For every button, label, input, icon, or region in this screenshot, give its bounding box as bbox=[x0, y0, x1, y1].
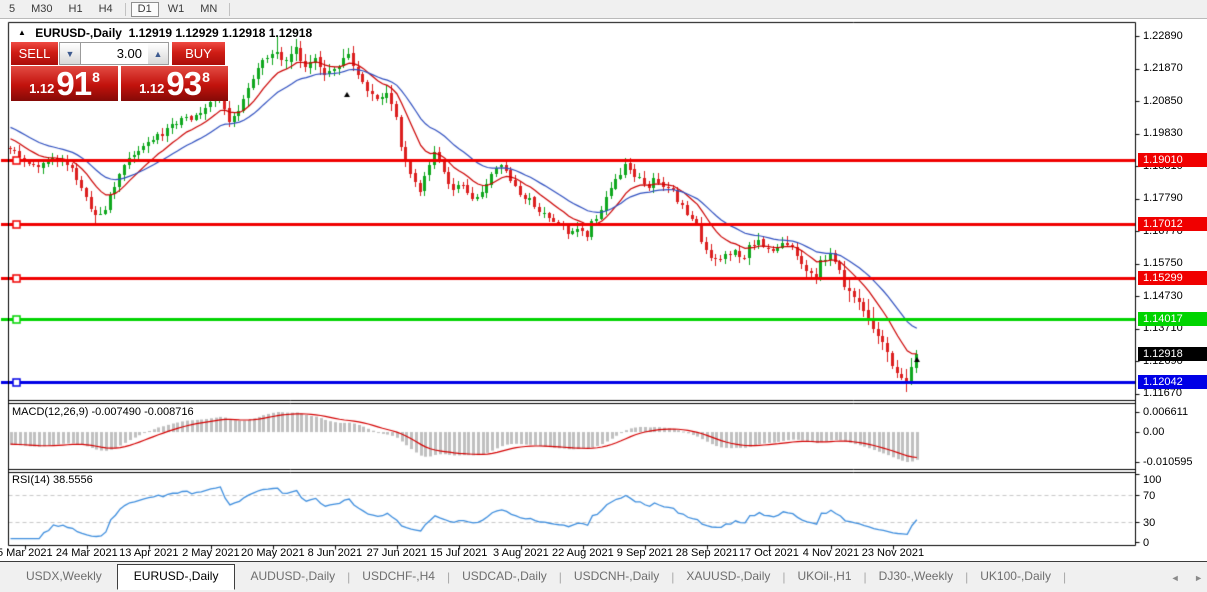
chart-quotes-label: 1.12919 1.12929 1.12918 1.12918 bbox=[129, 26, 313, 40]
price-axis-tick-label: 1.21870 bbox=[1143, 62, 1183, 74]
price-axis-tick-label: 1.19830 bbox=[1143, 127, 1183, 139]
volume-input[interactable] bbox=[81, 42, 148, 65]
rsi-axis-tick-label: 100 bbox=[1143, 474, 1161, 486]
price-line-badge: 1.14017 bbox=[1138, 312, 1207, 326]
buy-price-button[interactable]: 1.12 93 8 bbox=[121, 66, 228, 101]
chart-tab-audusd-daily[interactable]: AUDUSD-,Daily bbox=[238, 566, 347, 587]
macd-axis-max-label: 0.006611 bbox=[1143, 406, 1188, 418]
volume-decrease-button[interactable]: ▼ bbox=[59, 42, 81, 65]
chart-tab-usdx-weekly[interactable]: USDX,Weekly bbox=[14, 566, 114, 587]
chart-tab-uk100-daily[interactable]: UK100-,Daily bbox=[968, 566, 1063, 587]
price-axis-tick-label: 1.22890 bbox=[1143, 30, 1183, 42]
buy-price-sup: 8 bbox=[202, 69, 210, 85]
sell-price-sup: 8 bbox=[92, 69, 100, 85]
rsi-label: RSI(14) 38.5556 bbox=[12, 474, 93, 486]
date-axis-label: 5 Mar 2021 bbox=[0, 547, 53, 559]
date-axis-label: 9 Sep 2021 bbox=[617, 547, 673, 559]
tab-scroll-left-icon[interactable]: ◄ bbox=[1171, 573, 1180, 583]
sell-price-big: 91 bbox=[56, 67, 91, 100]
chart-tab-xauusd-daily[interactable]: XAUUSD-,Daily bbox=[674, 566, 782, 587]
buy-price-big: 93 bbox=[166, 67, 201, 100]
sell-price-button[interactable]: 1.12 91 8 bbox=[11, 66, 118, 101]
chart-tab-ukoil-h1[interactable]: UKOil-,H1 bbox=[786, 566, 864, 587]
sell-button[interactable]: SELL bbox=[11, 42, 58, 65]
current-price-badge: 1.12918 bbox=[1138, 347, 1207, 361]
price-axis-tick-label: 1.17790 bbox=[1143, 192, 1183, 204]
date-axis-label: 4 Nov 2021 bbox=[803, 547, 859, 559]
arrow-down-icon: ▼ bbox=[66, 49, 75, 59]
date-axis-label: 23 Nov 2021 bbox=[862, 547, 924, 559]
macd-label: MACD(12,26,9) -0.007490 -0.008716 bbox=[12, 406, 194, 418]
volume-increase-button[interactable]: ▲ bbox=[148, 42, 169, 65]
rsi-axis-tick-label: 0 bbox=[1143, 537, 1149, 549]
chart-tab-usdcad-daily[interactable]: USDCAD-,Daily bbox=[450, 566, 559, 587]
sell-price-prefix: 1.12 bbox=[29, 81, 54, 96]
tab-separator: | bbox=[1063, 570, 1066, 584]
macd-axis-zero-label: 0.00 bbox=[1143, 426, 1164, 438]
chart-tab-dj30-weekly[interactable]: DJ30-,Weekly bbox=[867, 566, 965, 587]
chart-ohlc-readout: ▲ EURUSD-,Daily 1.12919 1.12929 1.12918 … bbox=[18, 26, 312, 40]
date-axis-label: 22 Aug 2021 bbox=[552, 547, 614, 559]
price-line-badge: 1.12042 bbox=[1138, 375, 1207, 389]
macd-axis-min-label: -0.010595 bbox=[1143, 456, 1193, 468]
rsi-axis-tick-label: 30 bbox=[1143, 517, 1155, 529]
price-line-badge: 1.19010 bbox=[1138, 153, 1207, 167]
date-axis-label: 13 Apr 2021 bbox=[119, 547, 178, 559]
date-axis-label: 17 Oct 2021 bbox=[739, 547, 799, 559]
date-axis-label: 27 Jun 2021 bbox=[367, 547, 428, 559]
date-axis-label: 2 May 2021 bbox=[182, 547, 239, 559]
chart-tab-usdchf-h4[interactable]: USDCHF-,H4 bbox=[350, 566, 447, 587]
chart-tab-usdcnh-daily[interactable]: USDCNH-,Daily bbox=[562, 566, 671, 587]
buy-price-prefix: 1.12 bbox=[139, 81, 164, 96]
price-axis-tick-label: 1.15750 bbox=[1143, 257, 1183, 269]
rsi-axis-tick-label: 70 bbox=[1143, 490, 1155, 502]
date-axis-label: 28 Sep 2021 bbox=[676, 547, 738, 559]
chart-tabs-bar: USDX,WeeklyEURUSD-,DailyAUDUSD-,Daily | US… bbox=[0, 561, 1207, 592]
price-axis-tick-label: 1.20850 bbox=[1143, 95, 1183, 107]
price-axis-tick-label: 1.14730 bbox=[1143, 290, 1183, 302]
date-axis-label: 8 Jun 2021 bbox=[308, 547, 362, 559]
date-axis-label: 20 May 2021 bbox=[241, 547, 305, 559]
collapse-triangle-icon[interactable]: ▲ bbox=[18, 28, 26, 37]
date-axis-label: 15 Jul 2021 bbox=[430, 547, 487, 559]
mt4-window: 5M30H1H4D1W1MN ▲ EURUSD-,Daily 1.12919 1… bbox=[0, 0, 1207, 592]
one-click-trading-panel: SELL ▼ ▲ BUY 1.12 91 8 1.12 93 8 bbox=[11, 42, 228, 101]
arrow-up-icon: ▲ bbox=[154, 49, 163, 59]
tab-scroll-arrows: ◄ ► bbox=[1159, 573, 1203, 583]
date-axis-label: 24 Mar 2021 bbox=[56, 547, 118, 559]
buy-button[interactable]: BUY bbox=[172, 42, 225, 65]
chart-symbol-label: EURUSD-,Daily bbox=[35, 26, 122, 40]
tab-scroll-right-icon[interactable]: ► bbox=[1194, 573, 1203, 583]
price-line-badge: 1.15299 bbox=[1138, 271, 1207, 285]
price-line-badge: 1.17012 bbox=[1138, 217, 1207, 231]
date-axis-label: 3 Aug 2021 bbox=[493, 547, 549, 559]
chart-tab-eurusd-daily[interactable]: EURUSD-,Daily bbox=[117, 564, 236, 590]
price-axis-tick-label: 1.11670 bbox=[1143, 387, 1182, 399]
